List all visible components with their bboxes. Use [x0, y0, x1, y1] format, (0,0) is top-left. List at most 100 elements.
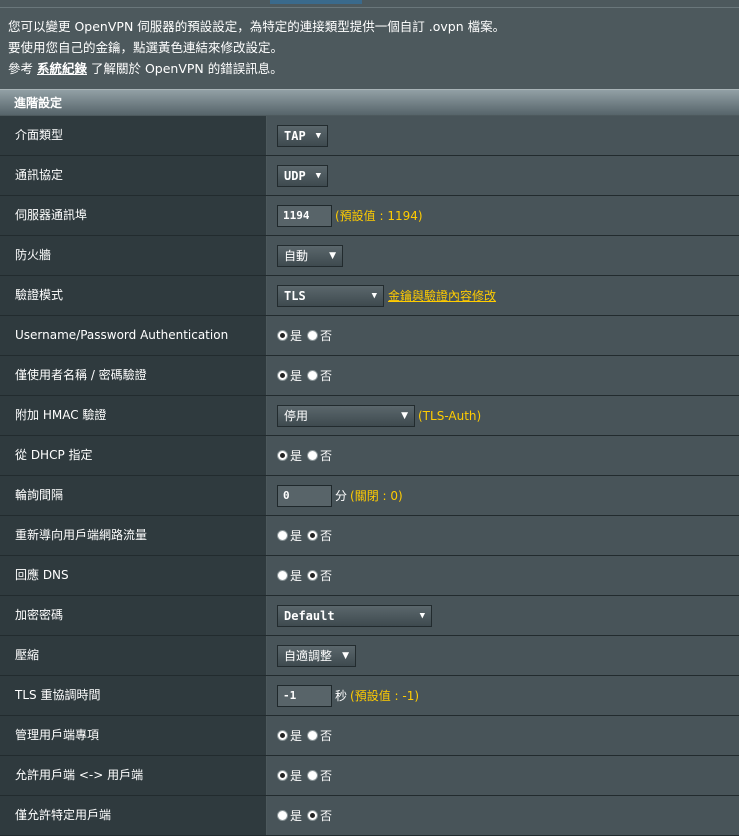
radio-no-label: 否: [320, 449, 333, 463]
row-firewall: 防火牆 自動 ▼: [0, 236, 739, 276]
auth-mode-label: 驗證模式: [0, 276, 266, 315]
panel-title: 進階設定: [0, 89, 739, 115]
dhcp-label: 從 DHCP 指定: [0, 436, 266, 475]
userpass-auth-no-radio[interactable]: [307, 330, 319, 341]
firewall-select[interactable]: 自動 ▼: [277, 244, 343, 267]
chevron-down-icon: ▼: [419, 610, 425, 621]
radio-no-label: 否: [320, 569, 333, 583]
respond-dns-label: 回應 DNS: [0, 556, 266, 595]
firewall-label: 防火牆: [0, 236, 266, 275]
radio-yes-label: 是: [290, 569, 303, 583]
row-hmac: 附加 HMAC 驗證 停用 ▼ (TLS-Auth): [0, 396, 739, 436]
row-tls-reneg: TLS 重協調時間 -1 秒 (預設值 : -1): [0, 676, 739, 716]
userpass-only-label: 僅使用者名稱 / 密碼驗證: [0, 356, 266, 395]
poll-interval-label: 輪詢間隔: [0, 476, 266, 515]
intro-text: 您可以變更 OpenVPN 伺服器的預設設定，為特定的連接類型提供一個自訂 .o…: [8, 16, 733, 79]
system-log-link[interactable]: 系統紀錄: [37, 61, 87, 76]
userpass-only-no-radio[interactable]: [307, 370, 319, 381]
auth-mode-select[interactable]: TLS ▼: [277, 284, 384, 307]
respond-dns-yes-radio[interactable]: [277, 570, 288, 581]
intro-line-3-suffix: 了解關於 OpenVPN 的錯誤訊息。: [87, 61, 283, 76]
radio-no-label: 否: [320, 729, 333, 743]
row-dhcp: 從 DHCP 指定 是 否: [0, 436, 739, 476]
active-tab-indicator: [270, 0, 362, 4]
manage-client-label: 管理用戶端專項: [0, 716, 266, 755]
firewall-value: 自動: [284, 249, 309, 263]
radio-no-label: 否: [320, 769, 333, 783]
radio-yes-label: 是: [290, 729, 303, 743]
divider: [0, 7, 739, 8]
poll-interval-input[interactable]: 0: [277, 484, 332, 507]
protocol-label: 通訊協定: [0, 156, 266, 195]
specific-clients-no-radio[interactable]: [307, 810, 319, 821]
manage-client-yes-radio[interactable]: [277, 730, 288, 741]
radio-no-label: 否: [320, 329, 333, 343]
radio-yes-label: 是: [290, 369, 303, 383]
row-userpass-auth: Username/Password Authentication 是 否: [0, 316, 739, 356]
interface-type-select[interactable]: TAP ▼: [277, 124, 328, 147]
cipher-value: Default: [284, 608, 335, 623]
redirect-traffic-label: 重新導向用戶端網路流量: [0, 516, 266, 555]
specific-clients-yes-radio[interactable]: [277, 810, 288, 821]
compression-label: 壓縮: [0, 636, 266, 675]
tls-reneg-label: TLS 重協調時間: [0, 676, 266, 715]
interface-type-value: TAP: [284, 128, 306, 143]
client-to-client-no-radio[interactable]: [307, 770, 319, 781]
manage-client-no-radio[interactable]: [307, 730, 319, 741]
userpass-only-yes-radio[interactable]: [277, 370, 288, 381]
redirect-traffic-no-radio[interactable]: [307, 530, 319, 541]
row-respond-dns: 回應 DNS 是 否: [0, 556, 739, 596]
client-to-client-yes-radio[interactable]: [277, 770, 288, 781]
poll-interval-unit: 分: [335, 489, 348, 503]
hmac-value: 停用: [284, 409, 309, 423]
chevron-down-icon: ▼: [342, 650, 349, 661]
chevron-down-icon: ▼: [371, 290, 377, 301]
tls-reneg-unit: 秒: [335, 689, 348, 703]
cipher-label: 加密密碼: [0, 596, 266, 635]
intro-line-3: 參考 系統紀錄 了解關於 OpenVPN 的錯誤訊息。: [8, 58, 733, 79]
intro-line-3-prefix: 參考: [8, 61, 37, 76]
radio-no-label: 否: [320, 809, 333, 823]
cipher-select[interactable]: Default ▼: [277, 604, 432, 627]
protocol-value: UDP: [284, 168, 306, 183]
redirect-traffic-yes-radio[interactable]: [277, 530, 288, 541]
tls-reneg-input[interactable]: -1: [277, 684, 332, 707]
radio-yes-label: 是: [290, 449, 303, 463]
dhcp-yes-radio[interactable]: [277, 450, 288, 461]
userpass-auth-yes-radio[interactable]: [277, 330, 288, 341]
interface-type-label: 介面類型: [0, 116, 266, 155]
radio-yes-label: 是: [290, 809, 303, 823]
chevron-down-icon: ▼: [315, 170, 321, 181]
row-protocol: 通訊協定 UDP ▼: [0, 156, 739, 196]
row-userpass-only: 僅使用者名稱 / 密碼驗證 是 否: [0, 356, 739, 396]
chevron-down-icon: ▼: [315, 130, 321, 141]
dhcp-no-radio[interactable]: [307, 450, 319, 461]
row-specific-clients: 僅允許特定用戶端 是 否: [0, 796, 739, 836]
row-manage-client: 管理用戶端專項 是 否: [0, 716, 739, 756]
intro-line-1: 您可以變更 OpenVPN 伺服器的預設設定，為特定的連接類型提供一個自訂 .o…: [8, 19, 506, 34]
radio-yes-label: 是: [290, 769, 303, 783]
auth-mode-value: TLS: [284, 288, 306, 303]
specific-clients-label: 僅允許特定用戶端: [0, 796, 266, 835]
compression-select[interactable]: 自適調整 ▼: [277, 644, 356, 667]
radio-yes-label: 是: [290, 329, 303, 343]
intro-line-2: 要使用您自己的金鑰，點選黃色連結來修改設定。: [8, 40, 284, 55]
row-server-port: 伺服器通訊埠 1194 (預設值 : 1194): [0, 196, 739, 236]
row-cipher: 加密密碼 Default ▼: [0, 596, 739, 636]
key-auth-edit-link[interactable]: 金鑰與驗證內容修改: [388, 287, 496, 304]
userpass-auth-label: Username/Password Authentication: [0, 316, 266, 355]
advanced-settings-table: 介面類型 TAP ▼ 通訊協定 UDP ▼ 伺服器通訊埠 1194 (預設值 : 1…: [0, 116, 739, 836]
respond-dns-no-radio[interactable]: [307, 570, 319, 581]
protocol-select[interactable]: UDP ▼: [277, 164, 328, 187]
hmac-select[interactable]: 停用 ▼: [277, 404, 415, 427]
chevron-down-icon: ▼: [329, 250, 336, 261]
poll-interval-hint: (關閉 : 0): [350, 489, 403, 503]
row-interface-type: 介面類型 TAP ▼: [0, 116, 739, 156]
top-tab-strip: [0, 0, 739, 8]
hmac-hint: (TLS-Auth): [418, 408, 482, 423]
radio-no-label: 否: [320, 369, 333, 383]
chevron-down-icon: ▼: [401, 410, 408, 421]
radio-no-label: 否: [320, 529, 333, 543]
row-poll-interval: 輪詢間隔 0 分 (關閉 : 0): [0, 476, 739, 516]
server-port-input[interactable]: 1194: [277, 204, 332, 227]
